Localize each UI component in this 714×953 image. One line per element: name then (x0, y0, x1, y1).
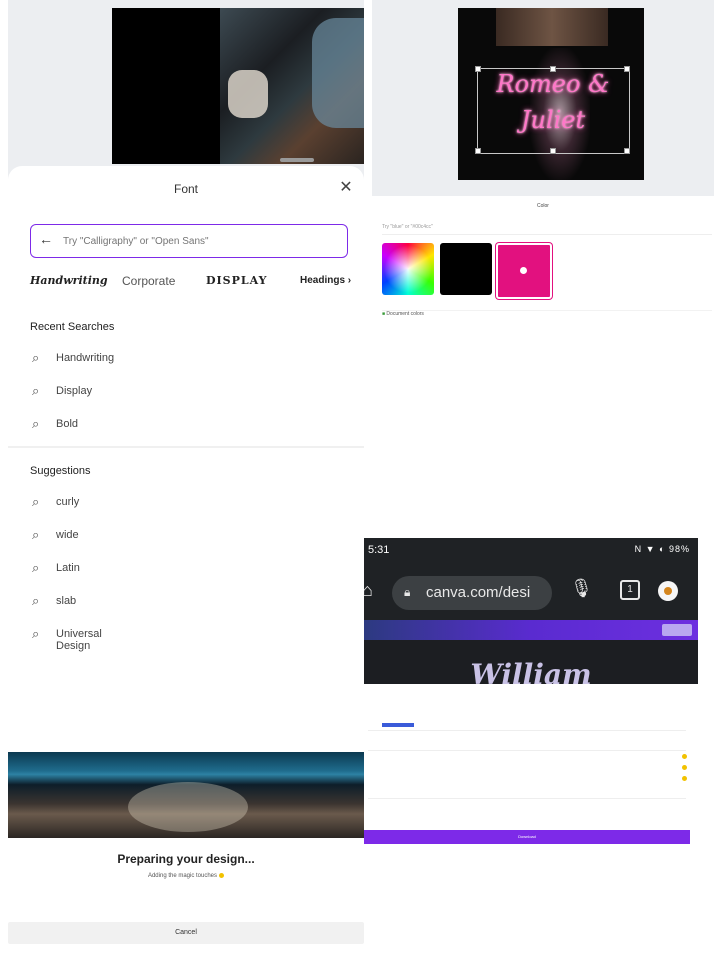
status-bar: 5:31 N ▼ ◐ 98% (364, 538, 698, 564)
resize-handle[interactable] (550, 148, 556, 154)
back-arrow-icon[interactable]: ← (39, 231, 53, 247)
search-icon: ⌕ (32, 416, 40, 431)
sparkle-icon (219, 873, 225, 878)
download-panel (364, 684, 698, 850)
color-wheel-swatch[interactable] (382, 243, 434, 295)
chip-display[interactable]: DISPLAY (206, 270, 267, 292)
artboard-photo-strip (496, 8, 608, 46)
black-swatch[interactable] (440, 243, 492, 295)
lock-icon: 🔒︎ (404, 585, 411, 599)
search-icon: ⌕ (32, 350, 40, 365)
color-panel-footer: ■ Document colors (382, 310, 712, 319)
preview-light-reflection (128, 782, 248, 832)
suggestions-heading: Suggestions (30, 465, 91, 477)
preparing-design-screen: Preparing your design... Adding the magi… (8, 752, 364, 952)
share-button[interactable] (662, 624, 692, 636)
search-icon: ⌕ (32, 626, 40, 641)
resize-handle[interactable] (475, 66, 481, 72)
footer-label: Document colors (386, 311, 424, 317)
resize-handle[interactable] (624, 66, 630, 72)
selected-check-icon (520, 267, 527, 274)
search-icon: ⌕ (32, 494, 40, 509)
panel-divider (368, 798, 686, 799)
status-time: 5:31 (368, 544, 390, 556)
design-artboard[interactable]: Romeo & Juliet (458, 8, 644, 180)
font-search-input[interactable] (61, 231, 335, 251)
resize-handle[interactable] (475, 148, 481, 154)
text-selection-box[interactable] (477, 68, 630, 154)
search-icon: ⌕ (32, 593, 40, 608)
color-panel-title: Color (537, 203, 549, 209)
sheet-title: Font (173, 182, 198, 196)
tabs-icon[interactable]: 1 (620, 580, 640, 600)
preparing-subtitle: Adding the magic touches (8, 873, 364, 879)
resize-handle[interactable] (550, 66, 556, 72)
recent-searches-heading: Recent Searches (30, 321, 115, 333)
sheet-drag-handle[interactable] (280, 158, 314, 162)
chip-corporate[interactable]: Corporate (122, 270, 175, 292)
pro-crown-icon (682, 776, 687, 781)
font-category-chips: Handwriting Corporate DISPLAY Headings › (30, 270, 360, 292)
pro-crown-icon (682, 765, 687, 770)
preparing-title: Preparing your design... (117, 852, 255, 866)
design-photo (112, 8, 364, 164)
status-indicators: N ▼ ◐ 98% (634, 544, 690, 554)
photo-jacket (312, 18, 364, 128)
preparing-subtitle-text: Adding the magic touches (147, 873, 218, 880)
search-icon: ⌕ (32, 383, 40, 398)
home-icon[interactable]: ⌂ (364, 580, 373, 601)
font-picker-screen: Font ✕ ← Handwriting Corporate DISPLAY H… (8, 0, 364, 660)
photo-dark-area (112, 8, 220, 164)
profile-avatar[interactable] (658, 581, 678, 601)
microphone-icon[interactable]: 🎙︎ (570, 578, 593, 599)
file-type-highlight (382, 723, 414, 727)
search-icon: ⌕ (32, 560, 40, 575)
canva-editor-header (364, 620, 698, 640)
resize-handle[interactable] (624, 148, 630, 154)
pink-swatch-selected[interactable] (496, 243, 552, 299)
chip-headings[interactable]: Headings › (300, 270, 351, 292)
search-icon: ⌕ (32, 527, 40, 542)
color-search-input[interactable]: Try "blue" or "#00c4cc" (382, 224, 712, 235)
chip-handwriting[interactable]: Handwriting (30, 270, 108, 292)
mobile-browser-screen: 5:31 N ▼ ◐ 98% ⌂ 🔒︎ canva.com/desi 🎙︎ 1 … (364, 538, 698, 850)
chip-headings-label: Headings (300, 275, 346, 286)
pro-crown-icon (682, 754, 687, 759)
cancel-button[interactable]: Cancel (8, 922, 364, 944)
browser-toolbar: ⌂ 🔒︎ canva.com/desi 🎙︎ 1 (364, 564, 698, 620)
color-picker-screen: Romeo & Juliet Color Try "blue" or "#00c… (372, 0, 714, 322)
url-text: canva.com/desi (426, 584, 531, 601)
palette-icon: ■ (382, 311, 386, 317)
panel-divider (368, 750, 686, 751)
close-icon[interactable]: ✕ (336, 178, 356, 198)
file-type-select[interactable] (368, 720, 686, 731)
photo-hands (228, 70, 268, 118)
download-button[interactable]: Download (364, 830, 690, 844)
address-bar[interactable]: 🔒︎ canva.com/desi (392, 576, 552, 610)
font-search-field[interactable]: ← (30, 224, 348, 258)
section-divider (8, 446, 364, 448)
